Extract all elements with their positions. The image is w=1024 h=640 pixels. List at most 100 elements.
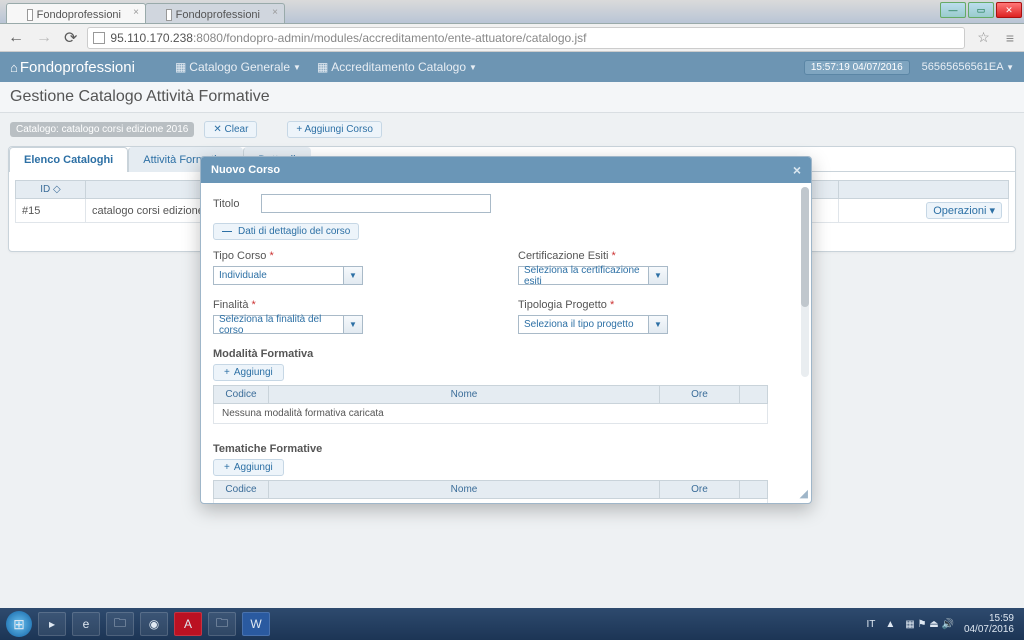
browser-tab-1[interactable]: Fondoprofessioni ×	[6, 3, 146, 23]
system-tray: IT ▲ ▦ ⚑ ⏏ 🔊 15:59 04/07/2016	[866, 613, 1018, 635]
empty-tematiche: Nessuna tipologia di piano caricato	[214, 499, 768, 504]
close-icon[interactable]: ×	[133, 7, 139, 18]
nav-forward-icon[interactable]: →	[34, 29, 54, 47]
nav-back-icon[interactable]: ←	[6, 29, 26, 47]
url-host: 95.110.170.238	[110, 31, 193, 45]
clear-label: Clear	[225, 124, 249, 135]
page-icon	[166, 9, 172, 21]
address-bar[interactable]: 95.110.170.238:8080/fondopro-admin/modul…	[87, 27, 965, 49]
cert-placeholder: Seleziona la certificazione esiti	[518, 266, 648, 285]
col-ops	[839, 181, 1009, 199]
menu-label: Accreditamento Catalogo	[331, 60, 466, 74]
clear-filter-button[interactable]: ✕ Clear	[204, 121, 257, 138]
col-ore: Ore	[660, 386, 740, 404]
tematiche-formative-title: Tematiche Formative	[213, 443, 799, 455]
taskbar-ie-icon[interactable]: e	[72, 612, 100, 636]
empty-modalita: Nessuna modalità formativa caricata	[214, 404, 768, 424]
windows-taskbar: ⊞ ▸ e 🗀 ◉ A 🗀 W IT ▲ ▦ ⚑ ⏏ 🔊 15:59 04/07…	[0, 608, 1024, 640]
url-path: :8080/fondopro-admin/modules/accreditame…	[193, 31, 587, 45]
bookmark-icon[interactable]: ☆	[973, 29, 994, 46]
add-course-button[interactable]: + Aggiungi Corso	[287, 121, 381, 138]
col-codice: Codice	[214, 386, 269, 404]
menu-catalogo-generale[interactable]: ▦ Catalogo Generale ▼	[175, 60, 301, 74]
chevron-down-icon: ▼	[1006, 63, 1014, 72]
titolo-input[interactable]	[261, 194, 491, 213]
user-menu[interactable]: 56565656561EA ▼	[922, 61, 1014, 73]
certificazione-select[interactable]: Seleziona la certificazione esiti ▼	[518, 266, 799, 285]
modalita-table: Codice Nome Ore Nessuna modalità formati…	[213, 385, 768, 424]
col-ore: Ore	[660, 481, 740, 499]
tipo-corso-label: Tipo Corso	[213, 250, 266, 262]
add-tematica-button[interactable]: + Aggiungi	[213, 459, 284, 476]
modal-body: Titolo — Dati di dettaglio del corso Tip…	[201, 183, 811, 503]
titolo-label: Titolo	[213, 198, 253, 210]
brand[interactable]: ⌂ Fondoprofessioni	[10, 59, 135, 76]
resize-handle-icon[interactable]: ◢	[800, 487, 808, 500]
filter-toolbar: Catalogo: catalogo corsi edizione 2016 ✕…	[0, 113, 1024, 146]
window-controls: — ▭ ✕	[938, 2, 1022, 18]
fieldset-toggle[interactable]: — Dati di dettaglio del corso	[213, 223, 359, 240]
chevron-down-icon[interactable]: ▼	[343, 315, 363, 334]
window-maximize[interactable]: ▭	[968, 2, 994, 18]
tray-flag-icon[interactable]: ▲	[885, 619, 895, 630]
ops-label: Operazioni	[933, 205, 986, 217]
tipologia-progetto-select[interactable]: Seleziona il tipo progetto ▼	[518, 315, 799, 334]
field-tipologia-progetto: Tipologia Progetto * Seleziona il tipo p…	[518, 299, 799, 334]
menu-accreditamento[interactable]: ▦ Accreditamento Catalogo ▼	[317, 60, 477, 74]
modal-title: Nuovo Corso	[211, 164, 280, 176]
row-operations-button[interactable]: Operazioni ▾	[926, 202, 1002, 219]
taskbar-word-icon[interactable]: W	[242, 612, 270, 636]
taskbar-pdf-icon[interactable]: A	[174, 612, 202, 636]
close-icon[interactable]: ×	[272, 7, 278, 18]
browser-toolbar: ← → ⟳ 95.110.170.238:8080/fondopro-admin…	[0, 24, 1024, 52]
modalita-formativa-title: Modalità Formativa	[213, 348, 799, 360]
field-tipo-corso: Tipo Corso * Individuale ▼	[213, 250, 494, 285]
window-minimize[interactable]: —	[940, 2, 966, 18]
browser-tab-2-title: Fondoprofessioni	[176, 9, 260, 21]
chevron-down-icon[interactable]: ▼	[648, 266, 668, 285]
taskbar-explorer-icon[interactable]: 🗀	[106, 612, 134, 636]
col-id[interactable]: ID ◇	[16, 181, 86, 199]
tray-lang[interactable]: IT	[866, 619, 875, 630]
reload-icon[interactable]: ⟳	[62, 28, 79, 48]
sort-icon: ◇	[53, 184, 61, 195]
modal-header: Nuovo Corso ×	[201, 157, 811, 183]
taskbar-media-icon[interactable]: ▸	[38, 612, 66, 636]
cell-id: #15	[16, 199, 86, 223]
add-label: Aggiungi	[234, 367, 273, 378]
finalita-placeholder: Seleziona la finalità del corso	[213, 315, 343, 334]
chevron-down-icon[interactable]: ▼	[648, 315, 668, 334]
menu-label: Catalogo Generale	[189, 60, 290, 74]
grid-icon: ▦	[317, 60, 328, 74]
start-button[interactable]: ⊞	[6, 611, 32, 637]
menu-icon[interactable]: ≡	[1002, 30, 1018, 46]
tab-elenco-cataloghi[interactable]: Elenco Cataloghi	[9, 147, 128, 172]
catalog-filter-chip: Catalogo: catalogo corsi edizione 2016	[10, 122, 194, 137]
window-close[interactable]: ✕	[996, 2, 1022, 18]
add-modalita-button[interactable]: + Aggiungi	[213, 364, 284, 381]
browser-tab-2[interactable]: Fondoprofessioni ×	[145, 3, 285, 23]
col-id-label: ID	[40, 184, 50, 195]
close-icon[interactable]: ×	[793, 162, 801, 178]
col-codice: Codice	[214, 481, 269, 499]
brand-label: Fondoprofessioni	[20, 59, 135, 76]
browser-tab-1-title: Fondoprofessioni	[37, 9, 121, 21]
browser-tab-strip: Fondoprofessioni × Fondoprofessioni × — …	[0, 0, 1024, 24]
taskbar-folder-icon[interactable]: 🗀	[208, 612, 236, 636]
scroll-thumb[interactable]	[801, 187, 809, 307]
clock-date: 04/07/2016	[964, 624, 1014, 635]
chevron-down-icon: ▼	[469, 63, 477, 72]
col-nome: Nome	[269, 386, 660, 404]
page-title: Gestione Catalogo Attività Formative	[10, 88, 1014, 106]
tipo-corso-select[interactable]: Individuale ▼	[213, 266, 494, 285]
server-timestamp: 15:57:19 04/07/2016	[804, 60, 910, 75]
taskbar-chrome-icon[interactable]: ◉	[140, 612, 168, 636]
system-clock[interactable]: 15:59 04/07/2016	[964, 613, 1018, 635]
finalita-select[interactable]: Seleziona la finalità del corso ▼	[213, 315, 494, 334]
tray-icons[interactable]: ▦ ⚑ ⏏ 🔊	[905, 619, 954, 630]
field-finalita: Finalità * Seleziona la finalità del cor…	[213, 299, 494, 334]
chevron-down-icon[interactable]: ▼	[343, 266, 363, 285]
scrollbar[interactable]	[801, 187, 809, 377]
tematiche-table: Codice Nome Ore Nessuna tipologia di pia…	[213, 480, 768, 503]
table-row: Nessuna tipologia di piano caricato	[214, 499, 768, 504]
